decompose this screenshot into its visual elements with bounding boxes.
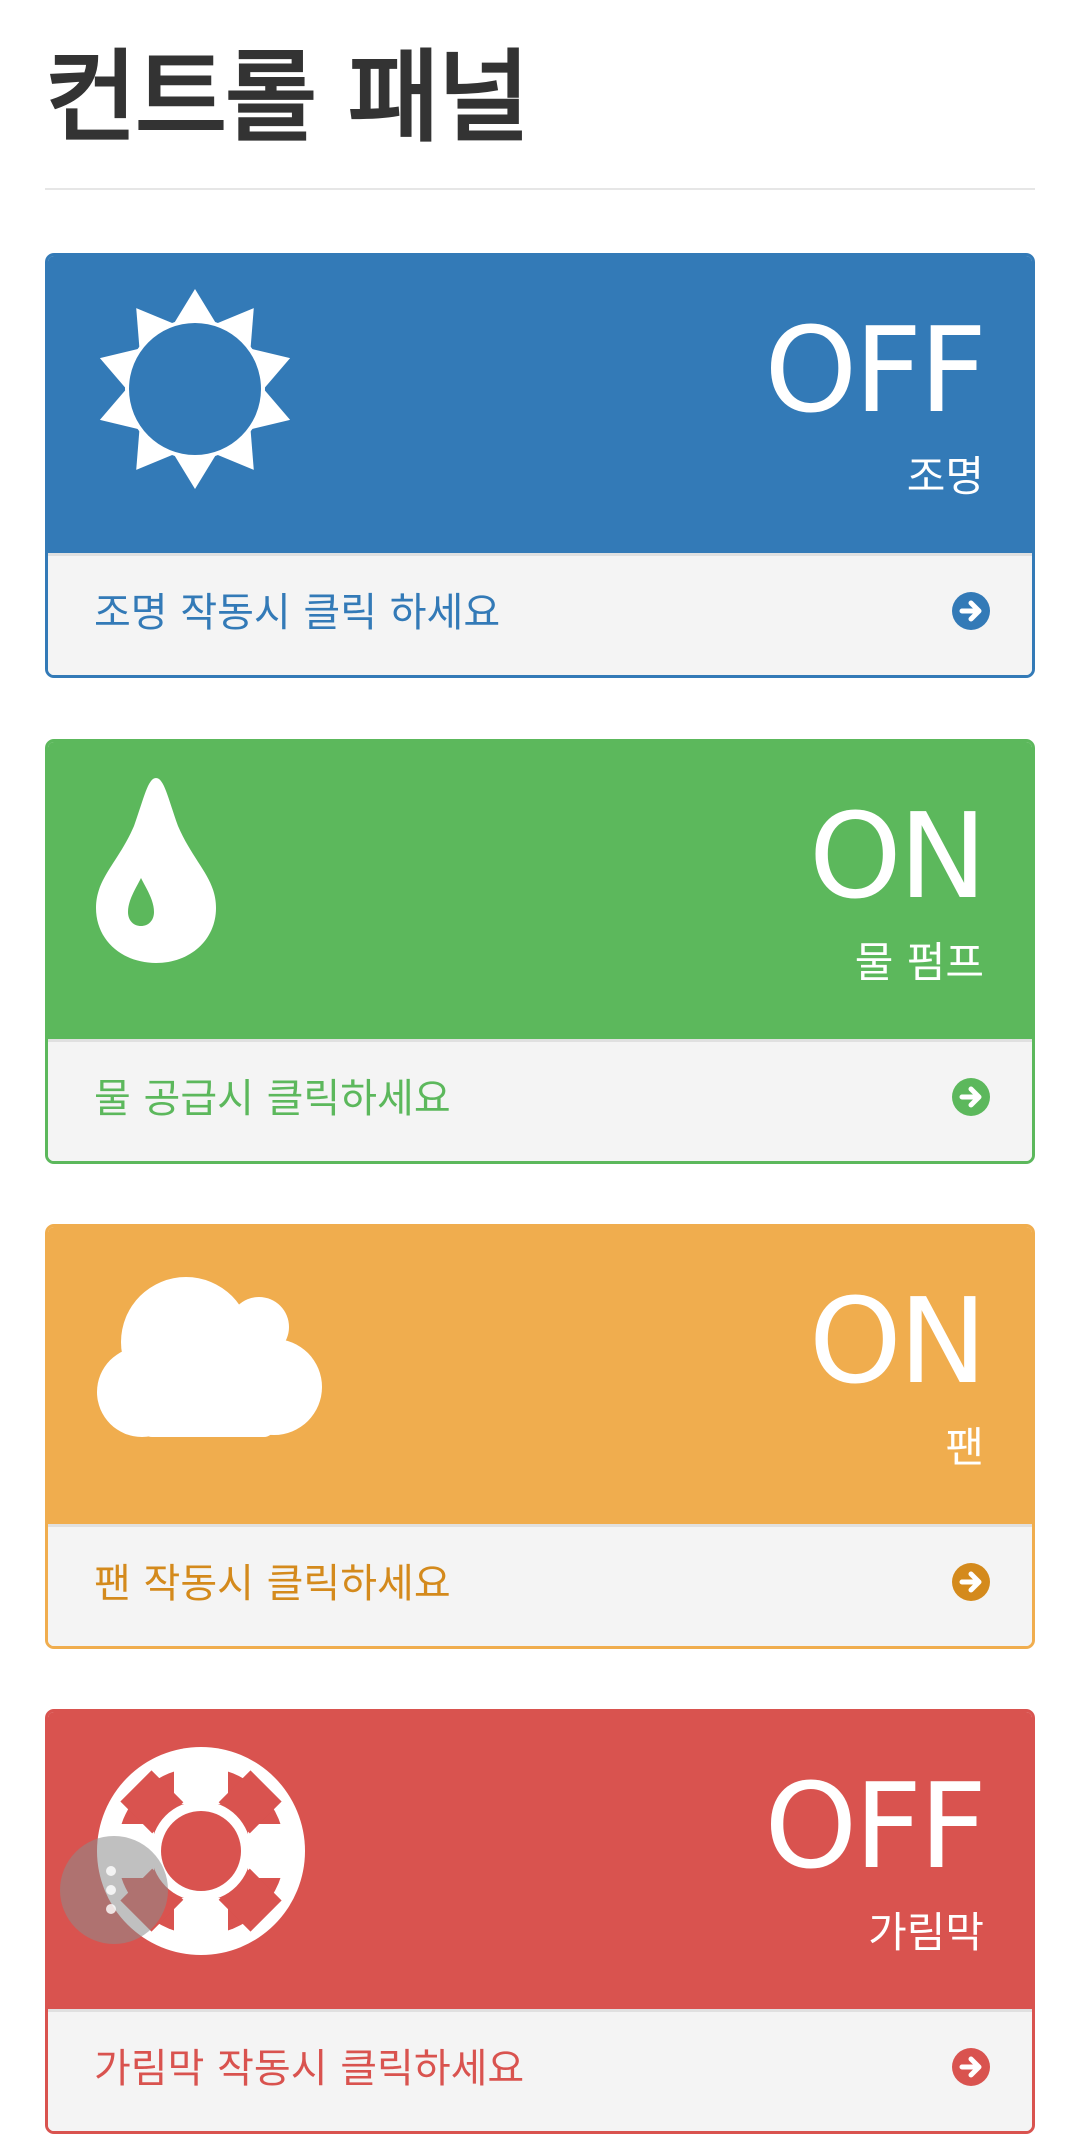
panel-light-status: OFF bbox=[764, 301, 987, 439]
panel-shade-label: 가림막 bbox=[868, 1908, 984, 1957]
arrow-circle-right-icon bbox=[952, 2048, 990, 2086]
arrow-circle-right-icon bbox=[952, 592, 990, 630]
more-vertical-icon bbox=[106, 1866, 116, 1876]
panel-fan: ON 팬 팬 작동시 클릭하세요 bbox=[45, 1224, 1035, 1649]
panel-shade-status: OFF bbox=[764, 1757, 987, 1895]
panel-fan-label: 팬 bbox=[945, 1423, 984, 1472]
panel-shade-heading: OFF 가림막 bbox=[48, 1712, 1032, 2009]
panel-water-pump-heading: ON 물 펌프 bbox=[48, 742, 1032, 1039]
panel-light: OFF 조명 조명 작동시 클릭 하세요 bbox=[45, 253, 1035, 678]
page-title: 컨트롤 패널 bbox=[45, 39, 530, 156]
panel-fan-footer[interactable]: 팬 작동시 클릭하세요 bbox=[48, 1524, 1032, 1646]
panel-water-pump-footer-text: 물 공급시 클릭하세요 bbox=[94, 1076, 451, 1122]
panel-light-heading: OFF 조명 bbox=[48, 256, 1032, 553]
panel-light-footer[interactable]: 조명 작동시 클릭 하세요 bbox=[48, 553, 1032, 675]
panel-fan-heading: ON 팬 bbox=[48, 1227, 1032, 1524]
title-divider bbox=[45, 188, 1035, 190]
panel-fan-footer-text: 팬 작동시 클릭하세요 bbox=[94, 1561, 451, 1607]
more-vertical-icon bbox=[106, 1885, 116, 1895]
panel-water-pump-footer[interactable]: 물 공급시 클릭하세요 bbox=[48, 1039, 1032, 1161]
panel-water-pump-label: 물 펌프 bbox=[854, 938, 984, 987]
panel-light-footer-text: 조명 작동시 클릭 하세요 bbox=[94, 590, 501, 636]
floating-menu-button[interactable] bbox=[60, 1836, 168, 1944]
sun-icon bbox=[99, 289, 291, 489]
panel-light-label: 조명 bbox=[906, 452, 984, 501]
more-vertical-icon bbox=[106, 1904, 116, 1914]
panel-shade: OFF 가림막 가림막 작동시 클릭하세요 bbox=[45, 1709, 1035, 2134]
panel-water-pump: ON 물 펌프 물 공급시 클릭하세요 bbox=[45, 739, 1035, 1164]
arrow-circle-right-icon bbox=[952, 1563, 990, 1601]
water-drop-icon bbox=[96, 778, 216, 963]
panel-shade-footer[interactable]: 가림막 작동시 클릭하세요 bbox=[48, 2009, 1032, 2131]
panel-shade-footer-text: 가림막 작동시 클릭하세요 bbox=[94, 2046, 525, 2092]
cloud-icon bbox=[97, 1277, 322, 1437]
panel-fan-status: ON bbox=[808, 1272, 987, 1410]
panel-water-pump-status: ON bbox=[808, 787, 987, 925]
arrow-circle-right-icon bbox=[952, 1078, 990, 1116]
